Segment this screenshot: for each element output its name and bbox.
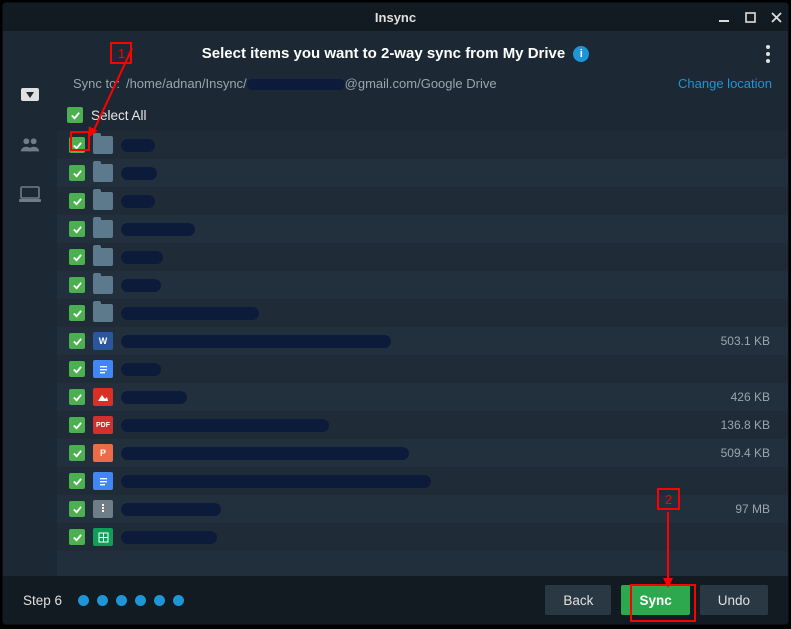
file-size: 509.4 KB: [721, 446, 770, 460]
redacted-filename: [121, 503, 221, 516]
folder-icon: [93, 248, 113, 266]
sidebar-computer-icon[interactable]: [19, 184, 41, 204]
file-size: 503.1 KB: [721, 334, 770, 348]
folder-icon: [93, 164, 113, 182]
sync-path: /home/adnan/Insync/@gmail.com/Google Dri…: [126, 76, 672, 91]
redacted-filename: [121, 251, 163, 264]
minimize-button[interactable]: [718, 11, 730, 23]
image-file-icon: [93, 388, 113, 406]
gsheet-file-icon: [93, 528, 113, 546]
item-checkbox[interactable]: [69, 389, 85, 405]
list-item[interactable]: [57, 187, 788, 215]
redacted-filename: [121, 223, 195, 236]
item-checkbox[interactable]: [69, 417, 85, 433]
redacted-filename: [121, 307, 259, 320]
redacted-text: [247, 79, 345, 90]
redacted-filename: [121, 335, 391, 348]
info-icon[interactable]: i: [573, 46, 589, 62]
item-checkbox[interactable]: [69, 137, 85, 153]
word-file-icon: W: [93, 332, 113, 350]
redacted-filename: [121, 475, 431, 488]
folder-icon: [93, 136, 113, 154]
list-item[interactable]: 426 KB: [57, 383, 788, 411]
archive-file-icon: [93, 500, 113, 518]
redacted-filename: [121, 531, 217, 544]
item-checkbox[interactable]: [69, 445, 85, 461]
list-item[interactable]: [57, 355, 788, 383]
list-item[interactable]: [57, 215, 788, 243]
redacted-filename: [121, 363, 161, 376]
file-size: 136.8 KB: [721, 418, 770, 432]
list-item[interactable]: 97 MB: [57, 495, 788, 523]
redacted-filename: [121, 391, 187, 404]
folder-icon: [93, 276, 113, 294]
item-checkbox[interactable]: [69, 277, 85, 293]
select-all-checkbox[interactable]: [67, 107, 83, 123]
redacted-filename: [121, 419, 329, 432]
list-item[interactable]: [57, 299, 788, 327]
item-checkbox[interactable]: [69, 305, 85, 321]
file-list[interactable]: W 503.1 KB 426 KB PDF 136.8 KB P 509.4 KB 97 MB: [57, 131, 788, 576]
step-dots: [78, 595, 184, 606]
close-button[interactable]: [770, 11, 782, 23]
sync-path-row: Sync to: /home/adnan/Insync/@gmail.com/G…: [57, 72, 788, 101]
annotation-arrow-2: [667, 512, 669, 582]
folder-icon: [93, 220, 113, 238]
ppt-file-icon: P: [93, 444, 113, 462]
step-label: Step 6: [23, 593, 62, 608]
back-button[interactable]: Back: [545, 585, 611, 615]
list-item[interactable]: [57, 159, 788, 187]
sidebar-drive-icon[interactable]: [19, 84, 41, 104]
folder-icon: [93, 192, 113, 210]
pdf-file-icon: PDF: [93, 416, 113, 434]
main-panel: Sync to: /home/adnan/Insync/@gmail.com/G…: [57, 72, 788, 576]
item-checkbox[interactable]: [69, 165, 85, 181]
page-header: Select items you want to 2-way sync from…: [3, 31, 788, 72]
list-item[interactable]: [57, 467, 788, 495]
item-checkbox[interactable]: [69, 193, 85, 209]
gdoc-file-icon: [93, 360, 113, 378]
redacted-filename: [121, 279, 161, 292]
change-location-link[interactable]: Change location: [678, 76, 772, 91]
redacted-filename: [121, 447, 409, 460]
file-size: 97 MB: [735, 502, 770, 516]
gdoc-file-icon: [93, 472, 113, 490]
list-item[interactable]: [57, 271, 788, 299]
sync-button[interactable]: Sync: [621, 585, 689, 615]
list-item[interactable]: [57, 243, 788, 271]
file-size: 426 KB: [731, 390, 770, 404]
titlebar: Insync: [3, 3, 788, 31]
body: Sync to: /home/adnan/Insync/@gmail.com/G…: [3, 72, 788, 576]
undo-button[interactable]: Undo: [700, 585, 768, 615]
list-item[interactable]: PDF 136.8 KB: [57, 411, 788, 439]
page-title: Select items you want to 2-way sync from…: [202, 45, 565, 62]
kebab-menu-icon[interactable]: [766, 45, 770, 63]
app-window: Insync Select items you want to 2-way sy…: [2, 2, 789, 625]
item-checkbox[interactable]: [69, 249, 85, 265]
maximize-button[interactable]: [744, 11, 756, 23]
list-item[interactable]: P 509.4 KB: [57, 439, 788, 467]
redacted-filename: [121, 139, 155, 152]
annotation-arrowhead-2: [663, 578, 673, 588]
select-all-row: Select All: [57, 101, 788, 131]
list-item[interactable]: W 503.1 KB: [57, 327, 788, 355]
sidebar: [3, 72, 57, 576]
redacted-filename: [121, 167, 157, 180]
item-checkbox[interactable]: [69, 529, 85, 545]
item-checkbox[interactable]: [69, 361, 85, 377]
window-title: Insync: [375, 10, 416, 25]
item-checkbox[interactable]: [69, 333, 85, 349]
item-checkbox[interactable]: [69, 221, 85, 237]
list-item[interactable]: [57, 523, 788, 551]
sidebar-shared-icon[interactable]: [19, 134, 41, 154]
window-controls: [718, 11, 782, 23]
item-checkbox[interactable]: [69, 501, 85, 517]
item-checkbox[interactable]: [69, 473, 85, 489]
folder-icon: [93, 304, 113, 322]
redacted-filename: [121, 195, 155, 208]
list-item[interactable]: [57, 131, 788, 159]
